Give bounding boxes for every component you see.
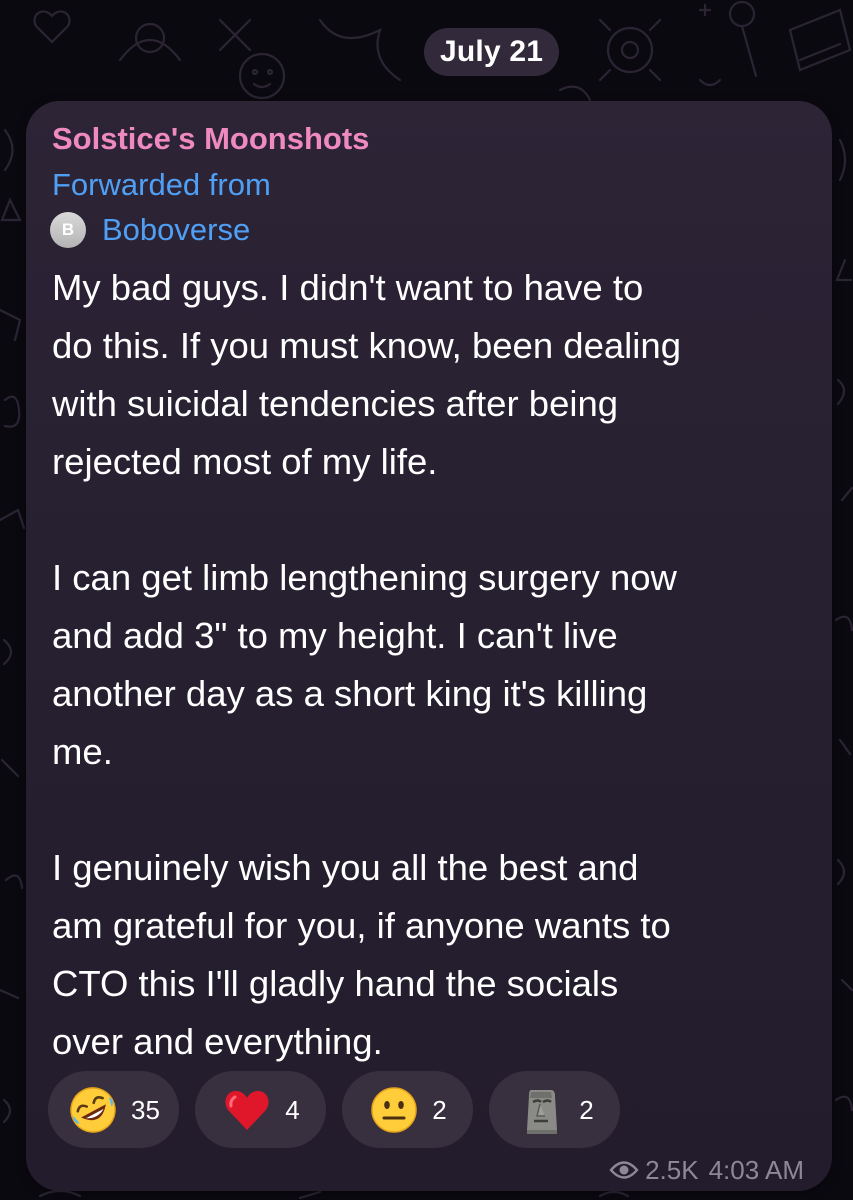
message-paragraph: I genuinely wish you all the best and am… [52,839,816,1071]
message-line: do this. If you must know, been dealing [52,325,682,366]
message-paragraph: I can get limb lengthening surgery now a… [52,549,816,781]
reaction-neutral-face[interactable]: 2 [342,1071,473,1148]
reactions-bar: 35 4 2 2 [48,1071,636,1148]
message-meta: 2.5K 4:03 AM [609,1154,804,1186]
neutral-face-icon [368,1084,420,1136]
reaction-count: 2 [432,1094,447,1125]
message-line: another day as a short king it's killing [52,673,648,714]
message-line: with suicidal tendencies after being [52,383,619,424]
date-separator: July 21 [424,28,560,76]
reaction-count: 4 [285,1094,300,1125]
message-line: me. [52,731,113,772]
reaction-count: 2 [579,1094,594,1125]
forwarded-label: Forwarded from [52,167,271,202]
view-count: 2.5K [645,1155,699,1185]
message-line: rejected most of my life. [52,441,438,482]
avatar: B [50,212,86,248]
forward-source[interactable]: B Boboverse [50,210,250,250]
rolling-on-floor-laughing-icon [67,1084,119,1136]
message-line: I genuinely wish you all the best and [52,847,639,888]
message-line: and add 3" to my height. I can't live [52,615,618,656]
channel-name[interactable]: Solstice's Moonshots [52,119,369,159]
message-line: My bad guys. I didn't want to have to [52,267,644,308]
forward-source-name[interactable]: Boboverse [102,210,250,250]
reaction-moai[interactable]: 2 [489,1071,620,1148]
message-line: am grateful for you, if anyone wants to [52,905,671,946]
message-paragraph: My bad guys. I didn't want to have to do… [52,259,816,491]
eye-icon [609,1159,639,1181]
message-text: My bad guys. I didn't want to have to do… [52,259,816,1071]
message-line: CTO this I'll gladly hand the socials [52,963,619,1004]
reaction-heart[interactable]: 4 [195,1071,326,1148]
moai-icon [515,1084,567,1136]
message-line: I can get limb lengthening surgery now [52,557,677,598]
message-time: 4:03 AM [708,1155,804,1185]
red-heart-icon [221,1084,273,1136]
message-bubble[interactable]: Solstice's Moonshots Forwarded from B Bo… [26,101,832,1191]
reaction-count: 35 [131,1094,160,1125]
reaction-laughing[interactable]: 35 [48,1071,179,1148]
message-line: over and everything. [52,1021,383,1062]
